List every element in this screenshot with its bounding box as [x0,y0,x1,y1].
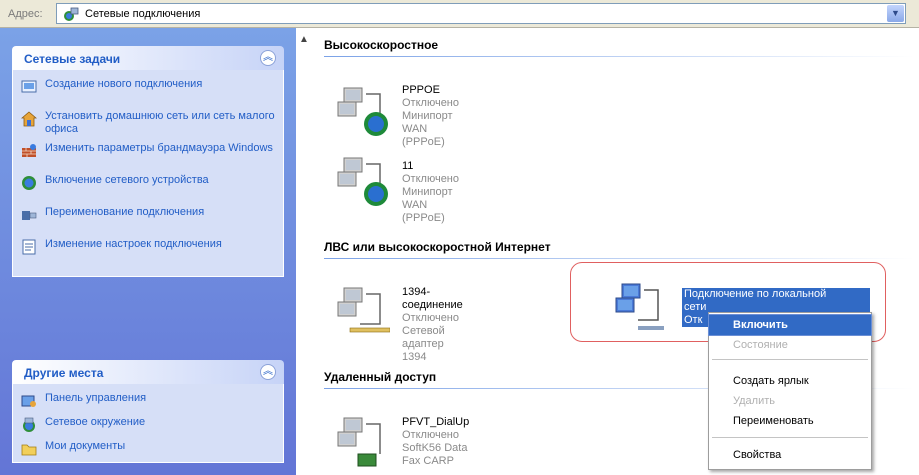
control-panel-icon [21,395,36,407]
group-header-broadband: Высокоскоростное [324,38,439,52]
network-neighborhood-icon [23,417,35,432]
home-network-icon [21,111,37,127]
place-label: Сетевое окружение [45,416,146,428]
menu-item-create-shortcut[interactable]: Создать ярлык [709,371,871,391]
other-places-panel: Другие места ︽ Панель управления Сетевое… [12,360,284,463]
connection-device: Сетевой адаптер 1394 [402,325,445,363]
lan-connection-selected-icon[interactable] [612,280,670,336]
task-home-network[interactable]: Установить домашнюю сеть или сеть малого… [21,110,277,138]
address-dropdown-button[interactable]: ▼ [887,5,904,22]
group-divider [324,56,914,57]
menu-item-enable[interactable]: Включить [708,314,872,336]
menu-separator [712,359,868,360]
menu-item-properties[interactable]: Свойства [709,445,871,465]
network-tasks-list: Создание нового подключения Установить д… [12,70,284,277]
menu-item-delete[interactable]: Удалить [709,391,871,411]
task-label: Создание нового подключения [45,78,203,90]
connection-name: 11 [402,160,414,172]
task-change-settings[interactable]: Изменение настроек подключения [21,238,277,266]
other-places-header[interactable]: Другие места ︽ [12,360,284,384]
network-tasks-panel: Сетевые задачи ︽ Создание нового подключ… [12,46,284,277]
settings-icon [22,239,36,255]
connection-status: Отключено [402,173,459,185]
task-firewall[interactable]: Изменить параметры брандмауэра Windows [21,142,277,170]
dialup-connection-icon [337,157,388,206]
firewall-icon [22,144,36,157]
pane-separator: ▲ [296,28,312,475]
other-places-title: Другие места [24,366,104,380]
connection-name: 1394-соединение [402,286,463,311]
group-header-lan: ЛВС или высокоскоростной Интернет [324,240,551,254]
other-places-list: Панель управления Сетевое окружение Мои … [12,384,284,463]
network-tasks-title: Сетевые задачи [24,52,121,66]
menu-item-rename[interactable]: Переименовать [709,411,871,431]
place-my-documents[interactable]: Мои документы [21,440,277,458]
task-rename[interactable]: Переименование подключения [21,206,277,234]
place-control-panel[interactable]: Панель управления [21,392,277,410]
task-label: Изменение настроек подключения [45,238,222,250]
task-enable-device[interactable]: Включение сетевого устройства [21,174,277,202]
network-tasks-header[interactable]: Сетевые задачи ︽ [12,46,284,70]
new-connection-icon [21,80,37,93]
group-header-remote: Удаленный доступ [324,370,437,384]
connection-device: Минипорт WAN (PPPoE) [402,110,453,148]
collapse-icon[interactable]: ︽ [260,364,276,380]
lan-connection-icon [337,287,390,333]
chevron-down-icon: ▼ [891,8,900,18]
place-network-neighborhood[interactable]: Сетевое окружение [21,416,277,434]
address-field[interactable]: Сетевые подключения ▼ [56,3,906,24]
task-label: Включение сетевого устройства [45,174,209,186]
scroll-up-icon[interactable]: ▲ [299,34,309,45]
network-connections-icon [64,7,79,21]
dialup-connection-icon [337,87,388,136]
task-new-connection[interactable]: Создание нового подключения [21,78,277,106]
connection-status: Отключено [402,429,459,441]
connection-status: Отключено [402,312,459,324]
collapse-icon[interactable]: ︽ [260,50,276,66]
address-bar: Адрес: Сетевые подключения ▼ [0,0,919,28]
connection-name: PFVT_DialUp [402,416,470,428]
task-label: Установить домашнюю сеть или сеть малого… [45,110,275,135]
menu-separator [712,437,868,438]
task-label: Переименование подключения [45,206,205,218]
task-pane: Сетевые задачи ︽ Создание нового подключ… [0,28,296,475]
place-label: Мои документы [45,440,126,452]
connection-device: SoftK56 Data Fax CARP [402,442,468,467]
my-documents-icon [21,444,37,456]
network-device-icon [22,176,36,190]
address-label: Адрес: [8,8,43,20]
place-label: Панель управления [45,392,147,404]
group-divider [324,258,914,259]
dialup-modem-icon [337,417,381,467]
connection-device: Минипорт WAN (PPPoE) [402,186,453,224]
context-menu: Включить Состояние Создать ярлык Удалить… [708,312,872,470]
address-value: Сетевые подключения [85,8,201,20]
menu-item-status[interactable]: Состояние [709,335,871,355]
connection-name: PPPOE [402,84,440,96]
connection-status: Отключено [402,97,459,109]
task-label: Изменить параметры брандмауэра Windows [45,142,273,154]
rename-icon [22,211,37,220]
